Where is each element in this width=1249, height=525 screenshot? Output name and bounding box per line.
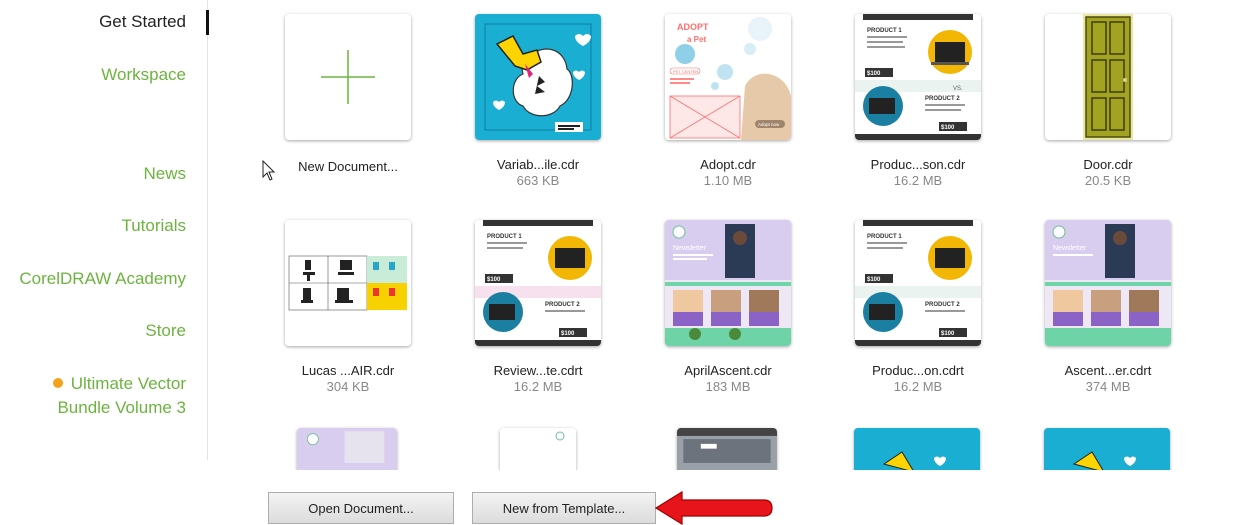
tile-file[interactable]: [640, 414, 826, 470]
svg-text:Adopt now: Adopt now: [758, 122, 780, 127]
svg-text:$100: $100: [941, 125, 955, 131]
file-thumbnail[interactable]: PRODUCT 1 $100 PRODUCT 2 $100: [475, 220, 601, 346]
file-name: Review...te.cdrt: [493, 363, 583, 378]
tile-file[interactable]: Newsletter Ascent...er.cdrt 374 MB: [1020, 206, 1206, 406]
svg-text:PRODUCT 1: PRODUCT 1: [867, 28, 902, 34]
file-thumbnail[interactable]: ADOPT a Pet PET CENTER Adopt now: [665, 14, 791, 140]
file-thumbnail[interactable]: Newsletter: [665, 220, 791, 346]
file-size: 16.2 MB: [513, 379, 563, 394]
file-size: 183 MB: [705, 379, 751, 394]
tile-file[interactable]: ADOPT a Pet PET CENTER Adopt now Adopt.c…: [640, 0, 826, 200]
new-from-template-button[interactable]: New from Template...: [472, 492, 656, 524]
file-name: Produc...on.cdrt: [872, 363, 964, 378]
tile-new-document[interactable]: New Document...: [260, 0, 446, 200]
tile-file[interactable]: [450, 414, 636, 470]
sidebar: Get Started Workspace News Tutorials Cor…: [0, 0, 208, 460]
file-thumbnail[interactable]: [475, 14, 601, 140]
promo-line-1: Ultimate Vector: [70, 374, 186, 393]
svg-text:PRODUCT 1: PRODUCT 1: [487, 234, 522, 240]
file-thumbnail[interactable]: [854, 428, 980, 470]
recent-files-grid: New Document... Variab...ile.cdr 663 KB: [260, 0, 1220, 470]
new-document-thumbnail[interactable]: [285, 14, 411, 140]
svg-text:PRODUCT 2: PRODUCT 2: [925, 302, 960, 308]
file-thumbnail[interactable]: [1045, 14, 1171, 140]
tile-file[interactable]: Variab...ile.cdr 663 KB: [450, 0, 636, 200]
nav-workspace[interactable]: Workspace: [101, 65, 186, 85]
svg-text:a Pet: a Pet: [687, 35, 706, 44]
nav-coreldraw-academy[interactable]: CorelDRAW Academy: [19, 269, 186, 289]
svg-text:PRODUCT 1: PRODUCT 1: [867, 234, 902, 240]
plus-icon: [321, 50, 375, 104]
promo-line-2: Bundle Volume 3: [57, 398, 186, 417]
file-name: Produc...son.cdr: [870, 157, 966, 172]
svg-text:PRODUCT 2: PRODUCT 2: [545, 302, 580, 308]
nav-promo-ultimate-vector-bundle[interactable]: Ultimate Vector Bundle Volume 3: [52, 372, 186, 420]
svg-text:PRODUCT 2: PRODUCT 2: [925, 96, 960, 102]
svg-text:$100: $100: [561, 331, 575, 337]
nav-tutorials[interactable]: Tutorials: [121, 216, 186, 236]
red-arrow-annotation: [654, 490, 773, 525]
tile-file[interactable]: PRODUCT 1 $100 VS. PRODUCT 2 $100 Produc…: [830, 0, 1016, 200]
tile-file[interactable]: [260, 414, 446, 470]
file-name: AprilAscent.cdr: [684, 363, 772, 378]
svg-text:$100: $100: [941, 331, 955, 337]
svg-text:ADOPT: ADOPT: [677, 22, 709, 32]
file-thumbnail[interactable]: [285, 220, 411, 346]
file-name: Door.cdr: [1083, 157, 1133, 172]
new-indicator-dot: [52, 378, 63, 388]
file-size: 1.10 MB: [703, 173, 753, 188]
file-thumbnail[interactable]: Newsletter: [1045, 220, 1171, 346]
file-thumbnail[interactable]: [297, 428, 397, 470]
tile-file[interactable]: Lucas ...AIR.cdr 304 KB: [260, 206, 446, 406]
file-thumbnail[interactable]: [500, 428, 576, 470]
tile-file[interactable]: [1020, 414, 1206, 470]
file-name: Ascent...er.cdrt: [1064, 363, 1152, 378]
file-name: New Document...: [298, 159, 398, 174]
file-size: 20.5 KB: [1084, 173, 1132, 188]
file-thumbnail[interactable]: [677, 428, 777, 470]
svg-text:$100: $100: [867, 277, 881, 283]
file-name: Lucas ...AIR.cdr: [301, 363, 395, 378]
svg-text:Newsletter: Newsletter: [673, 245, 707, 252]
file-thumbnail[interactable]: PRODUCT 1 $100 PRODUCT 2 $100: [855, 220, 981, 346]
nav-store[interactable]: Store: [145, 321, 186, 341]
svg-text:PET CENTER: PET CENTER: [673, 69, 698, 74]
file-thumbnail[interactable]: PRODUCT 1 $100 VS. PRODUCT 2 $100: [855, 14, 981, 140]
svg-text:$100: $100: [867, 71, 881, 77]
tile-file[interactable]: Newsletter AprilAscent.cdr 183 MB: [640, 206, 826, 406]
active-nav-indicator: [206, 10, 209, 35]
tile-file[interactable]: Door.cdr 20.5 KB: [1020, 0, 1206, 200]
file-name: Adopt.cdr: [700, 157, 756, 172]
svg-text:Newsletter: Newsletter: [1053, 245, 1087, 252]
file-size: 663 KB: [516, 173, 560, 188]
open-document-button[interactable]: Open Document...: [268, 492, 454, 524]
nav-get-started[interactable]: Get Started: [99, 12, 186, 32]
tile-file[interactable]: PRODUCT 1 $100 PRODUCT 2 $100 Produc...o…: [830, 206, 1016, 406]
file-size: 16.2 MB: [893, 173, 943, 188]
file-name: Variab...ile.cdr: [496, 157, 580, 172]
mouse-pointer-icon: [262, 160, 276, 181]
file-size: 304 KB: [326, 379, 370, 394]
tile-file[interactable]: [830, 414, 1016, 470]
tile-file[interactable]: PRODUCT 1 $100 PRODUCT 2 $100 Review...t…: [450, 206, 636, 406]
svg-text:VS.: VS.: [953, 86, 963, 92]
file-size: 374 MB: [1085, 379, 1131, 394]
svg-text:$100: $100: [487, 277, 501, 283]
file-thumbnail[interactable]: [1044, 428, 1170, 470]
nav-news[interactable]: News: [143, 164, 186, 184]
file-size: 16.2 MB: [893, 379, 943, 394]
